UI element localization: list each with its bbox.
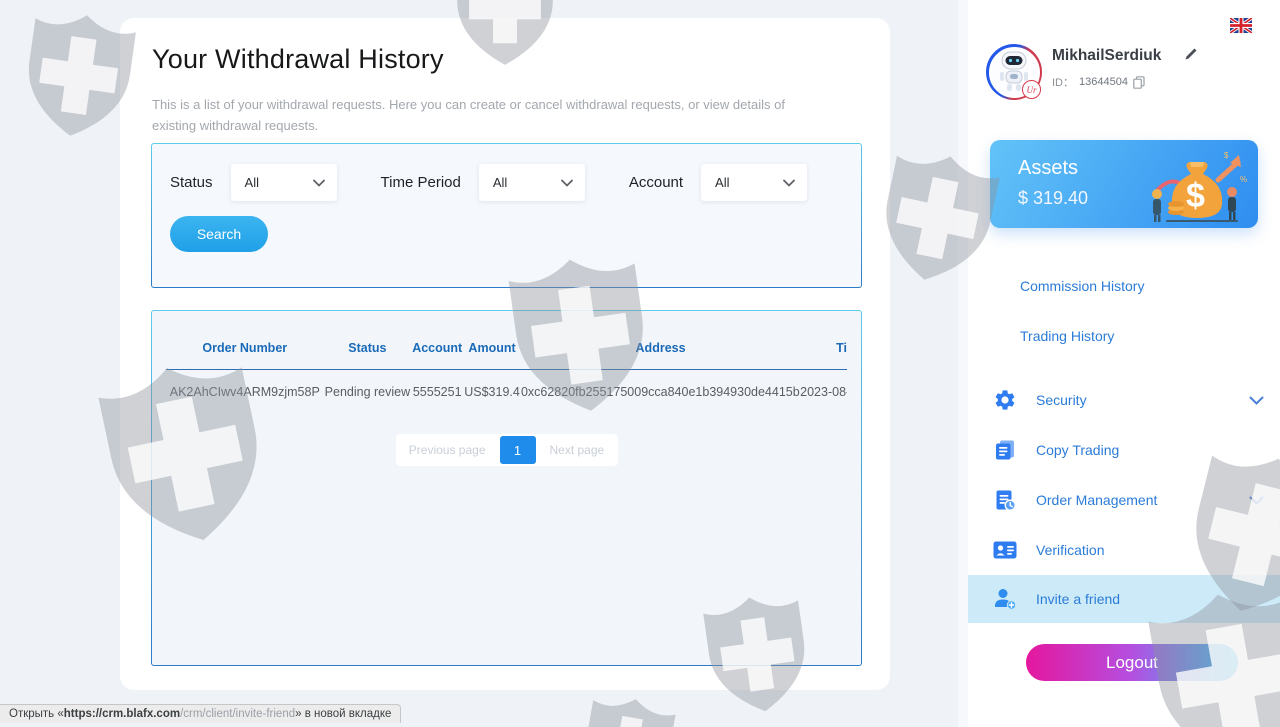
search-button[interactable]: Search [170,216,268,252]
account-filter-select[interactable]: All [701,164,808,201]
sidebar-item-security[interactable]: Security [968,375,1280,425]
copy-id-icon[interactable] [1133,75,1145,89]
scroll-gap [958,0,968,727]
account-filter-value: All [715,175,730,190]
time-period-filter-label: Time Period [380,174,461,191]
browser-status-bar: Открыть «https://crm.blafx.com/crm/clien… [0,704,402,723]
status-bar-origin: https://crm.blafx.com [63,708,181,720]
cell-status: Pending review [324,385,411,399]
current-page-button[interactable]: 1 [499,436,536,464]
status-bar-suffix: » в новой вкладке [295,708,392,720]
cell-time: 2023-08-2 [800,385,847,399]
chevron-down-icon [783,179,795,187]
time-period-filter-select[interactable]: All [478,164,585,201]
sidebar-item-invite-a-friend[interactable]: Invite a friend [968,575,1280,623]
main-content-card: Your Withdrawal History This is a list o… [120,18,890,690]
cell-amount: US$319.4 [464,385,520,399]
page-subtitle: This is a list of your withdrawal reques… [152,97,785,134]
chevron-down-icon [1249,396,1264,405]
page-title: Your Withdrawal History [152,44,444,74]
user-name: MikhailSerdiuk [1052,47,1162,64]
status-filter-select[interactable]: All [230,164,337,201]
chevron-down-icon [312,179,325,187]
sidebar-item-label: Invite a friend [1036,591,1121,607]
column-header-amount: Amount [468,341,516,355]
assets-label: Assets [1018,157,1079,179]
status-filter-value: All [244,175,259,190]
cell-address: 0xc62820fb255175009cca840e1b394930de4415… [520,385,801,399]
gear-icon [992,388,1018,412]
column-header-order-number: Order Number [202,341,288,355]
cell-order-number: AK2AhCIwv4ARM9zjm58P [169,385,320,399]
assets-card[interactable]: Assets $ 319.40 $ % $ [990,140,1258,228]
table-header-row: Order Number Status Account Amount Addre… [166,311,847,370]
user-id-value: 13644504 [1079,76,1128,88]
uk-flag-language-icon[interactable] [1230,18,1252,33]
trading-history-link[interactable]: Trading History [1020,328,1114,344]
sidebar-item-label: Security [1036,392,1087,408]
user-id-label: ID： [1052,77,1074,89]
status-bar-path: /crm/client/invite-friend [180,708,296,720]
documents-icon [992,438,1018,462]
previous-page-button[interactable]: Previous page [409,443,486,457]
pagination: Previous page 1 Next page [395,434,618,466]
chevron-down-icon [560,179,573,187]
svg-text:%: % [1240,175,1247,184]
order-clock-icon [992,488,1018,512]
sidebar: Ur MikhailSerdiuk ID： 13644504 Assets $ … [968,0,1280,727]
next-page-button[interactable]: Next page [550,443,605,457]
assets-amount: $ 319.40 [1018,188,1089,208]
status-filter-label: Status [170,174,213,191]
filter-panel: Status All Time Period All Account All S… [151,143,862,288]
avatar-badge: Ur [1022,80,1041,99]
id-card-icon [992,539,1018,561]
logout-button[interactable]: Logout [1026,644,1238,681]
add-person-icon [992,587,1018,611]
sidebar-item-label: Order Management [1036,492,1158,508]
column-header-status: Status [348,341,387,355]
withdrawal-history-page: Your Withdrawal History This is a list o… [0,0,1280,727]
column-header-address: Address [635,341,686,355]
account-filter-label: Account [628,174,684,191]
commission-history-link[interactable]: Commission History [1020,278,1144,294]
table-row: AK2AhCIwv4ARM9zjm58P Pending review 5555… [166,370,847,414]
chevron-down-icon [1249,496,1264,505]
sidebar-item-copy-trading[interactable]: Copy Trading [968,425,1280,475]
sidebar-item-verification[interactable]: Verification [968,525,1280,575]
time-period-filter-value: All [492,175,508,190]
column-header-account: Account [412,341,463,355]
svg-text:$: $ [1186,177,1205,215]
status-bar-prefix: Открыть « [9,708,64,720]
withdrawal-table-panel: Order Number Status Account Amount Addre… [151,310,862,666]
column-header-time: Ti [836,341,847,355]
edit-name-pencil-icon[interactable] [1184,47,1198,61]
cell-account: 5555251 [412,385,462,399]
svg-text:$: $ [1224,151,1229,160]
money-bag-illustration-icon: $ % $ [1152,151,1247,222]
sidebar-item-order-management[interactable]: Order Management [968,475,1280,525]
sidebar-item-label: Verification [1036,542,1105,558]
sidebar-item-label: Copy Trading [1036,442,1120,458]
